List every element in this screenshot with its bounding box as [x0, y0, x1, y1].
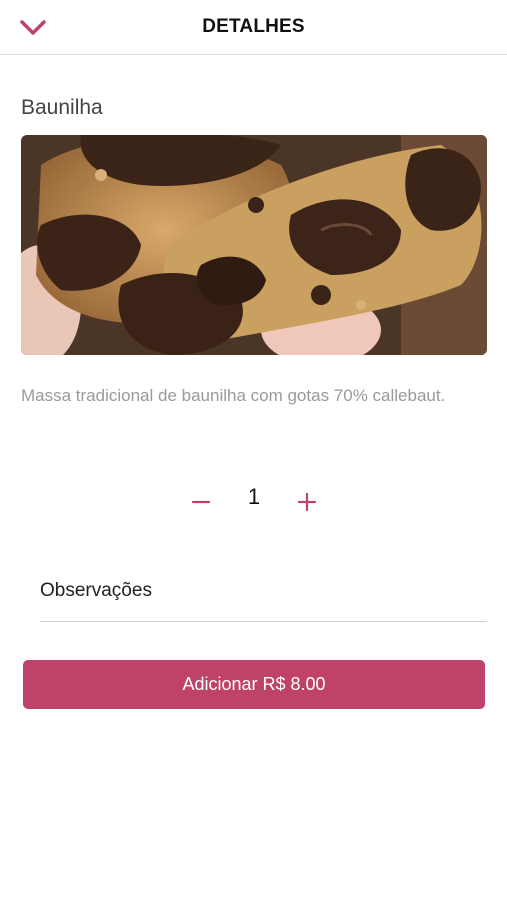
- product-description: Massa tradicional de baunilha com gotas …: [21, 386, 446, 405]
- product-name: Baunilha: [21, 96, 103, 119]
- increase-quantity-button[interactable]: [287, 482, 327, 522]
- plus-icon[interactable]: [297, 492, 317, 512]
- notes-label: Observações: [40, 580, 152, 601]
- add-to-cart-button[interactable]: Adicionar R$ 8.00: [23, 660, 485, 709]
- minus-icon[interactable]: [191, 492, 211, 512]
- quantity-value: 1: [247, 484, 261, 509]
- decrease-quantity-button[interactable]: [181, 482, 221, 522]
- header-bar: DETALHES: [0, 0, 507, 55]
- quantity-stepper: 1: [0, 480, 507, 524]
- add-to-cart-label: Adicionar R$ 8.00: [182, 674, 326, 694]
- product-image: [21, 135, 487, 355]
- page-title: DETALHES: [202, 16, 305, 37]
- notes-field[interactable]: Observações: [40, 576, 487, 622]
